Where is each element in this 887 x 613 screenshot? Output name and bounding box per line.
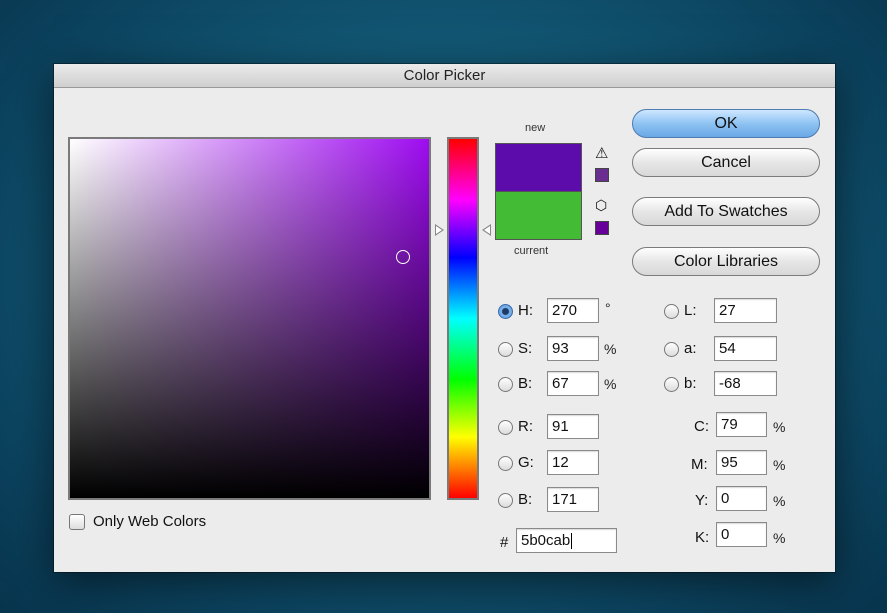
- only-web-colors-label[interactable]: Only Web Colors: [93, 513, 206, 530]
- red-input[interactable]: 91: [547, 414, 599, 439]
- yellow-unit: %: [773, 493, 786, 509]
- black-unit: %: [773, 530, 786, 546]
- red-radio[interactable]: [498, 420, 513, 435]
- gamut-warning-swatch[interactable]: [595, 168, 609, 182]
- hex-value: 5b0cab: [521, 532, 571, 549]
- saturation-unit: %: [604, 341, 617, 357]
- saturation-label: S:: [518, 340, 533, 357]
- brightness-radio[interactable]: [498, 377, 513, 392]
- blue-input[interactable]: 171: [547, 487, 599, 512]
- lightness-input[interactable]: 27: [714, 298, 777, 323]
- lab-b-label: b:: [684, 375, 697, 392]
- yellow-input[interactable]: 0: [716, 486, 767, 511]
- black-input[interactable]: 0: [716, 522, 767, 547]
- cyan-label: C:: [694, 418, 709, 435]
- hue-unit: °: [605, 300, 611, 316]
- green-label: G:: [518, 454, 534, 471]
- cyan-unit: %: [773, 419, 786, 435]
- lab-b-input[interactable]: -68: [714, 371, 777, 396]
- color-libraries-button[interactable]: Color Libraries: [632, 247, 820, 276]
- cancel-button[interactable]: Cancel: [632, 148, 820, 177]
- lab-b-radio[interactable]: [664, 377, 679, 392]
- lightness-label: L:: [684, 302, 697, 319]
- brightness-label: B:: [518, 375, 533, 392]
- color-field-marker[interactable]: [396, 250, 410, 264]
- magenta-unit: %: [773, 457, 786, 473]
- cube-icon[interactable]: ⬡: [595, 197, 607, 214]
- blue-radio[interactable]: [498, 493, 513, 508]
- new-color-swatch: [496, 144, 581, 191]
- hue-label: H:: [518, 302, 533, 319]
- cyan-input[interactable]: 79: [716, 412, 767, 437]
- black-label: K:: [695, 529, 710, 546]
- hex-label: #: [500, 534, 509, 551]
- saturation-radio[interactable]: [498, 342, 513, 357]
- hue-slider-right-arrow[interactable]: [482, 224, 491, 236]
- lightness-radio[interactable]: [664, 304, 679, 319]
- lab-a-label: a:: [684, 340, 697, 357]
- new-color-label: new: [525, 122, 546, 134]
- lab-a-radio[interactable]: [664, 342, 679, 357]
- hue-slider-left-arrow[interactable]: [435, 224, 444, 236]
- saturation-input[interactable]: 93: [547, 336, 599, 361]
- brightness-unit: %: [604, 376, 617, 392]
- brightness-input[interactable]: 67: [547, 371, 599, 396]
- magenta-label: M:: [691, 456, 708, 473]
- current-color-swatch[interactable]: [496, 191, 581, 239]
- color-field[interactable]: [68, 137, 431, 500]
- color-comparison: [495, 143, 582, 240]
- green-input[interactable]: 12: [547, 450, 599, 475]
- color-picker-dialog: Color Picker new current ⚠ ⬡ OK Cancel A…: [54, 64, 835, 572]
- text-cursor: [571, 533, 573, 550]
- green-radio[interactable]: [498, 456, 513, 471]
- ok-button[interactable]: OK: [632, 109, 820, 138]
- red-label: R:: [518, 418, 533, 435]
- hue-slider[interactable]: [447, 137, 479, 500]
- window-title: Color Picker: [54, 64, 835, 88]
- warning-triangle-icon[interactable]: ⚠: [595, 144, 608, 162]
- blue-label: B:: [518, 491, 533, 508]
- current-color-label: current: [514, 245, 549, 257]
- magenta-input[interactable]: 95: [716, 450, 767, 475]
- lab-a-input[interactable]: 54: [714, 336, 777, 361]
- hue-input[interactable]: 270: [547, 298, 599, 323]
- web-safe-swatch[interactable]: [595, 221, 609, 235]
- hue-radio[interactable]: [498, 304, 513, 319]
- hex-input[interactable]: 5b0cab: [516, 528, 617, 553]
- yellow-label: Y:: [695, 492, 709, 509]
- add-to-swatches-button[interactable]: Add To Swatches: [632, 197, 820, 226]
- only-web-colors-checkbox[interactable]: [69, 514, 85, 530]
